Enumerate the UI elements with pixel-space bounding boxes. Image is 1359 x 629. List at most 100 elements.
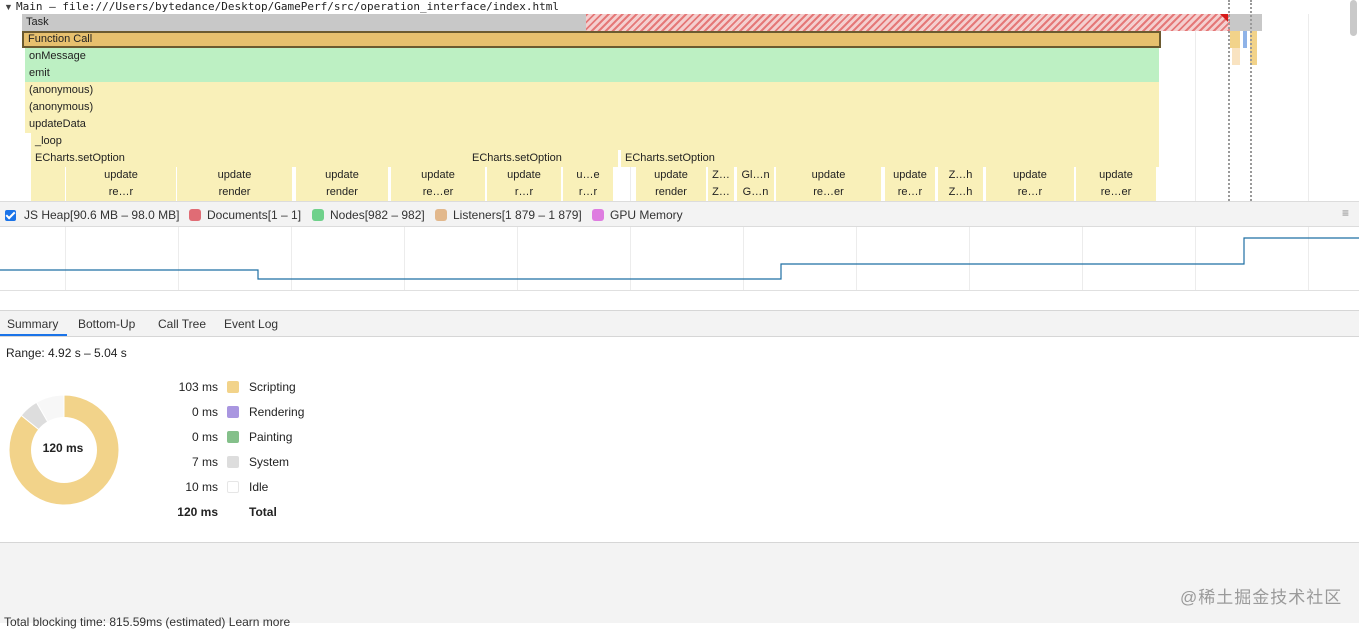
- gpu-memory-toggle[interactable]: GPU Memory: [592, 208, 683, 222]
- render-bar[interactable]: re…er: [776, 184, 881, 201]
- memory-legend: JS Heap[90.6 MB – 98.0 MB] Documents[1 –…: [0, 201, 1359, 227]
- render-label: render: [655, 186, 687, 198]
- render-bar[interactable]: re…r: [885, 184, 935, 201]
- render-bar[interactable]: re…er: [391, 184, 485, 201]
- update-label: Z…h: [948, 169, 973, 181]
- anonymous-label-1: (anonymous): [29, 84, 94, 96]
- update-bar[interactable]: update: [1076, 167, 1156, 184]
- js-heap-checkbox[interactable]: [5, 209, 16, 221]
- anonymous-label-2: (anonymous): [29, 101, 94, 113]
- render-bar[interactable]: re…er: [1076, 184, 1156, 201]
- update-bar[interactable]: update: [487, 167, 561, 184]
- stack-filler: [31, 167, 65, 184]
- update-label: update: [654, 169, 688, 181]
- main-track-header[interactable]: ▼ Main — file:///Users/bytedance/Desktop…: [4, 0, 559, 14]
- listeners-swatch[interactable]: [435, 209, 447, 221]
- update-label: u…e: [576, 169, 600, 181]
- update-label: update: [421, 169, 455, 181]
- update-bar[interactable]: Z…: [708, 167, 734, 184]
- loop-label: _loop: [35, 135, 62, 147]
- main-track-title: Main — file:///Users/bytedance/Desktop/G…: [15, 0, 560, 13]
- echarts-label-3: ECharts.setOption: [625, 152, 715, 164]
- long-task-hatch: [586, 14, 1230, 31]
- update-bar[interactable]: update: [986, 167, 1074, 184]
- menu-icon[interactable]: ≡: [1342, 206, 1349, 220]
- flame-chart[interactable]: ▼ Main — file:///Users/bytedance/Desktop…: [0, 0, 1359, 201]
- update-label: Gl…n: [741, 169, 770, 181]
- total-blocking-time: Total blocking time: 815.59ms (estimated…: [4, 615, 291, 629]
- tab-event-log[interactable]: Event Log: [224, 317, 278, 331]
- update-bar[interactable]: update: [296, 167, 388, 184]
- render-label: re…r: [108, 186, 134, 198]
- update-bar[interactable]: Gl…n: [737, 167, 774, 184]
- update-bar[interactable]: update: [636, 167, 706, 184]
- scripting-swatch: [227, 381, 239, 393]
- render-bar[interactable]: r…r: [487, 184, 561, 201]
- nodes-swatch[interactable]: [312, 209, 324, 221]
- small-task-bar[interactable]: [1232, 48, 1240, 65]
- render-bar[interactable]: render: [636, 184, 706, 201]
- graph-spacer: [0, 290, 1359, 310]
- tab-summary[interactable]: Summary: [7, 317, 58, 331]
- nodes-label: Nodes[982 – 982]: [330, 208, 425, 222]
- render-bar[interactable]: re…r: [986, 184, 1074, 201]
- js-heap-toggle[interactable]: JS Heap[90.6 MB – 98.0 MB]: [5, 208, 179, 222]
- update-bar[interactable]: update: [391, 167, 485, 184]
- update-label: update: [1013, 169, 1047, 181]
- painting-time: 0 ms: [191, 430, 218, 444]
- function-call-bar[interactable]: Function Call: [22, 31, 1161, 48]
- stack-filler: [31, 184, 65, 201]
- render-label: Z…h: [948, 186, 973, 198]
- tab-call-tree[interactable]: Call Tree: [158, 317, 206, 331]
- documents-swatch[interactable]: [189, 209, 201, 221]
- update-bar[interactable]: update: [885, 167, 935, 184]
- emit-bar[interactable]: emit: [25, 65, 1159, 82]
- on-message-bar[interactable]: onMessage: [25, 48, 1159, 65]
- render-bar[interactable]: Z…h: [938, 184, 983, 201]
- small-task-bar[interactable]: [1243, 31, 1247, 48]
- long-task-marker-icon: [1220, 14, 1228, 22]
- render-bar[interactable]: render: [177, 184, 292, 201]
- render-bar[interactable]: re…r: [66, 184, 176, 201]
- idle-time: 10 ms: [185, 480, 218, 494]
- render-bar[interactable]: G…n: [737, 184, 774, 201]
- watermark: @稀土掘金技术社区: [1180, 588, 1343, 607]
- loop-bar[interactable]: _loop: [31, 133, 1159, 150]
- update-bar[interactable]: update: [776, 167, 881, 184]
- render-bar[interactable]: Z…: [708, 184, 734, 201]
- update-data-label: updateData: [29, 118, 86, 130]
- small-task-bar[interactable]: [1230, 31, 1240, 48]
- documents-toggle[interactable]: Documents[1 – 1]: [189, 208, 301, 222]
- update-bar[interactable]: update: [177, 167, 292, 184]
- collapse-arrow-icon[interactable]: ▼: [4, 2, 13, 12]
- anonymous-bar-1[interactable]: (anonymous): [25, 82, 1159, 99]
- echarts-label-2: ECharts.setOption: [472, 152, 562, 164]
- echarts-set-option-bar-1[interactable]: ECharts.setOption: [31, 150, 468, 167]
- listeners-toggle[interactable]: Listeners[1 879 – 1 879]: [435, 208, 582, 222]
- render-bar[interactable]: r…r: [563, 184, 613, 201]
- echarts-set-option-bar-3[interactable]: ECharts.setOption: [621, 150, 1159, 167]
- tab-bottom-up[interactable]: Bottom-Up: [78, 317, 135, 331]
- update-data-bar[interactable]: updateData: [25, 116, 1159, 133]
- anonymous-bar-2[interactable]: (anonymous): [25, 99, 1159, 116]
- nodes-toggle[interactable]: Nodes[982 – 982]: [312, 208, 425, 222]
- update-bar[interactable]: update: [66, 167, 176, 184]
- gpu-memory-swatch[interactable]: [592, 209, 604, 221]
- flame-scrollbar[interactable]: [1350, 0, 1357, 36]
- render-label: Z…: [712, 186, 730, 198]
- listeners-label: Listeners[1 879 – 1 879]: [453, 208, 582, 222]
- update-label: update: [104, 169, 138, 181]
- update-bar[interactable]: Z…h: [938, 167, 983, 184]
- js-heap-graph: [0, 227, 1359, 291]
- render-label: re…er: [422, 186, 454, 198]
- idle-swatch: [227, 481, 239, 493]
- painting-label: Painting: [249, 430, 293, 444]
- rendering-label: Rendering: [249, 405, 305, 419]
- update-bar[interactable]: u…e: [563, 167, 613, 184]
- update-label: update: [893, 169, 927, 181]
- echarts-set-option-bar-2[interactable]: ECharts.setOption: [468, 150, 618, 167]
- summary-table: 103 ms Scripting 0 ms Rendering 0 ms Pai…: [0, 378, 400, 523]
- render-label: render: [326, 186, 358, 198]
- render-bar[interactable]: render: [296, 184, 388, 201]
- js-heap-label: JS Heap[90.6 MB – 98.0 MB]: [24, 208, 180, 222]
